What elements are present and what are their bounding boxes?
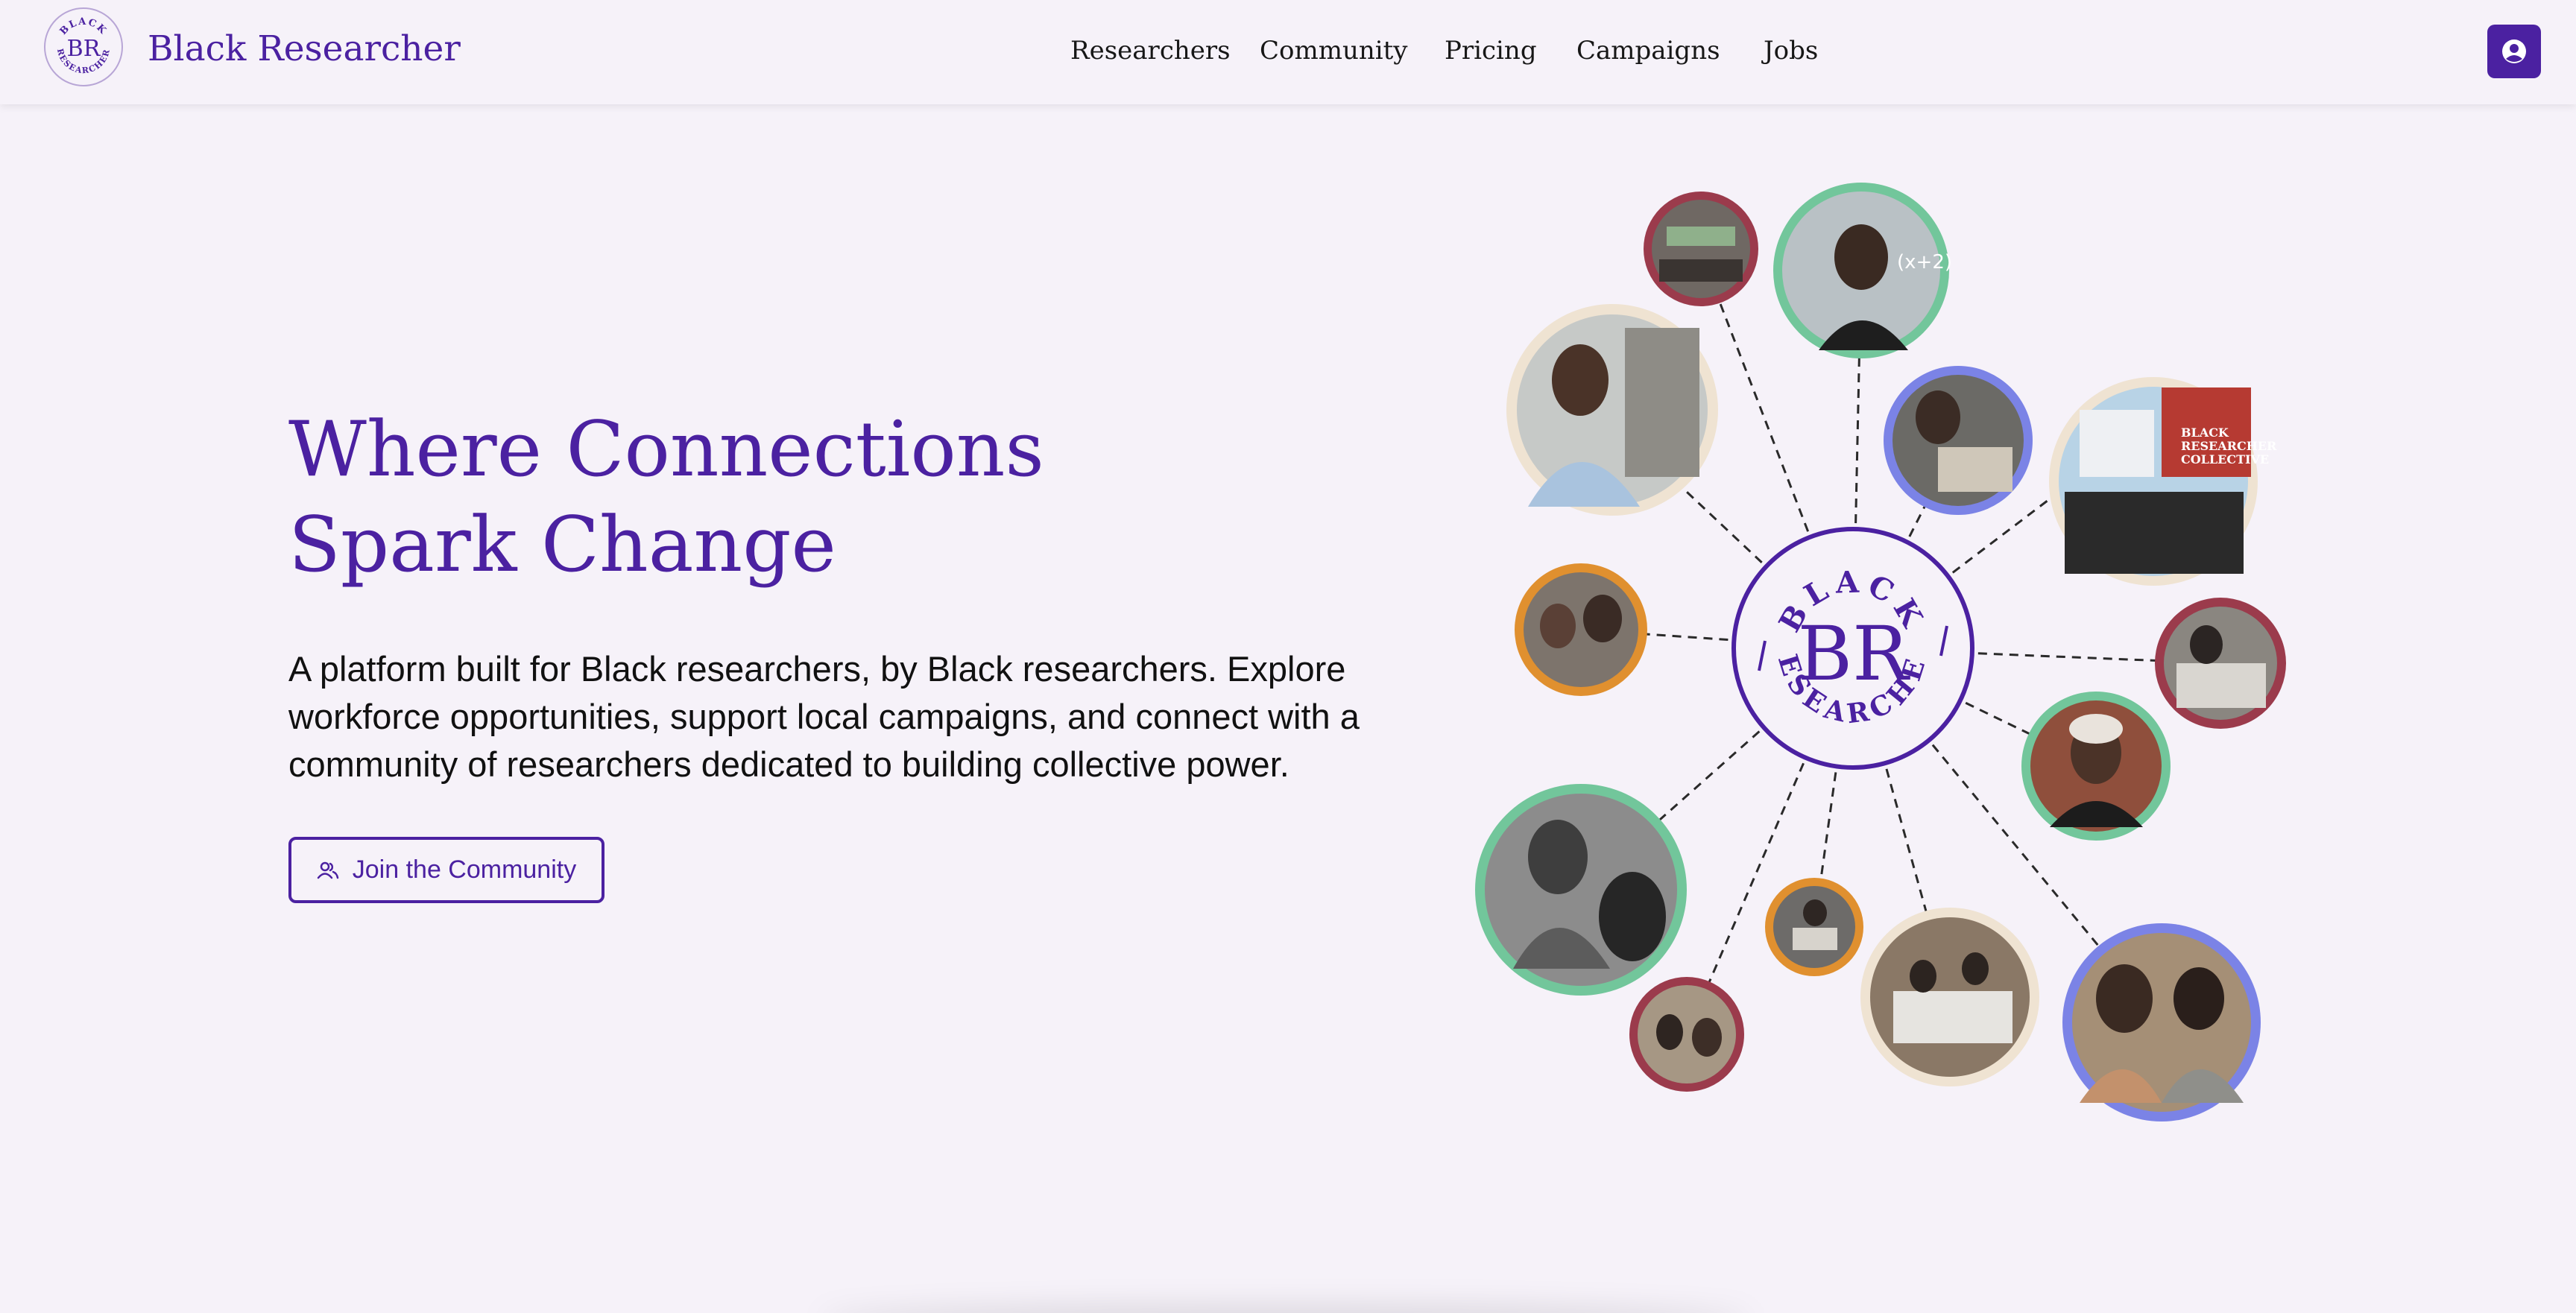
svg-text:(x+2): (x+2) (1897, 251, 1952, 273)
photo-circle-11 (1765, 878, 1863, 976)
logo-initials: BR (67, 36, 101, 62)
hero-description-line-2: workforce opportunities, support local c… (288, 697, 1360, 736)
photo-circle-6 (1515, 563, 1647, 696)
hero-description: A platform built for Black researchers, … (288, 645, 1481, 788)
page: BLACK BR RESEARCHER Black Researcher Res… (0, 0, 2576, 1313)
account-button[interactable] (2487, 25, 2541, 78)
bottom-section-shadow (820, 1304, 1752, 1313)
hero-title-line-1: Where Connections (288, 405, 1044, 494)
hero-title-line-2: Spark Change (288, 501, 836, 589)
photo-circle-2: (x+2) (1773, 183, 1952, 358)
photo-circle-8 (2021, 692, 2171, 841)
nav-community[interactable]: Community (1260, 36, 1408, 66)
photo-circle-3 (1506, 304, 1718, 516)
join-community-button[interactable]: Join the Community (288, 837, 604, 903)
photo-circle-12 (1860, 908, 2039, 1086)
brand-name-link[interactable]: Black Researcher (148, 28, 461, 69)
nav-researchers[interactable]: Researchers (1070, 36, 1231, 66)
site-header: BLACK BR RESEARCHER Black Researcher Res… (0, 0, 2576, 104)
nav-pricing[interactable]: Pricing (1445, 36, 1537, 66)
photo-circle-4 (1884, 366, 2033, 515)
poster-text-line-1: BLACK (2181, 425, 2229, 440)
photo-circle-5: BLACK RESEARCHER COLLECTIVE (2049, 377, 2277, 586)
hero-description-line-1: A platform built for Black researchers, … (288, 649, 1346, 689)
photo-circle-1 (1644, 192, 1758, 306)
hero-description-line-3: community of researchers dedicated to bu… (288, 744, 1289, 784)
logo-icon[interactable]: BLACK BR RESEARCHER (42, 6, 124, 88)
nav-jobs[interactable]: Jobs (1764, 36, 1818, 66)
community-network-graphic: (x+2) BLACK RESEARCHER COLLECTIVE BLACK … (1461, 171, 2286, 1121)
photo-circle-13 (2062, 923, 2261, 1121)
users-icon (317, 861, 339, 879)
nav-campaigns[interactable]: Campaigns (1576, 36, 1720, 66)
join-community-label: Join the Community (352, 855, 577, 884)
photo-circle-9 (1475, 784, 1687, 996)
poster-text-line-3: COLLECTIVE (2181, 452, 2269, 466)
user-circle-icon (2502, 39, 2526, 63)
photo-circle-7 (2155, 598, 2286, 729)
photo-circle-10 (1629, 977, 1744, 1092)
poster-text-line-2: RESEARCHER (2181, 439, 2277, 453)
hero-title: Where Connections Spark Change (288, 402, 1407, 593)
